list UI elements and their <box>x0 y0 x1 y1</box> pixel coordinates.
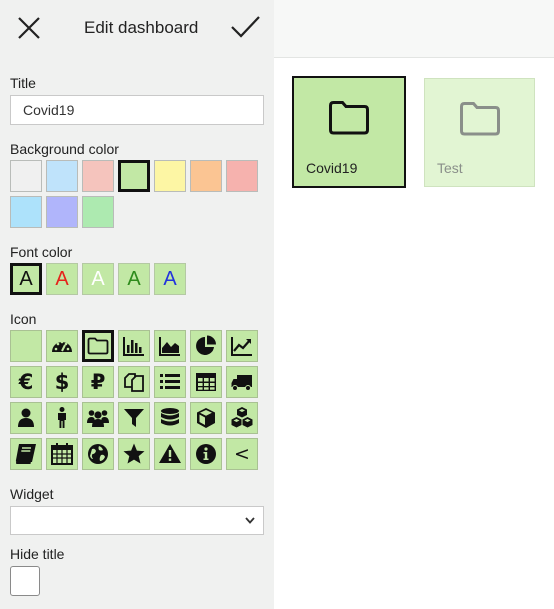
background-color-label: Background color <box>10 141 119 157</box>
font-color-label: Font color <box>10 244 73 260</box>
info-icon <box>196 444 216 464</box>
icon-option-pie-chart[interactable] <box>190 330 222 362</box>
swatch-light-gray[interactable] <box>10 160 42 192</box>
area-chart-icon <box>159 337 180 356</box>
warning-icon <box>159 444 181 463</box>
tile-label: Test <box>437 160 463 176</box>
swatch-salmon[interactable] <box>226 160 258 192</box>
dashboard-gauge-icon <box>52 340 72 352</box>
hide-title-label: Hide title <box>10 546 65 562</box>
icon-option-gauge[interactable] <box>46 330 78 362</box>
icon-option-euro[interactable]: € <box>10 366 42 398</box>
globe-icon <box>88 444 108 464</box>
icon-option-dollar[interactable]: $ <box>46 366 78 398</box>
less-than-icon: < <box>234 442 250 465</box>
swatch-lavender[interactable] <box>46 196 78 228</box>
title-label: Title <box>10 75 36 91</box>
user-icon <box>18 408 34 427</box>
close-icon[interactable] <box>14 13 44 43</box>
copy-icon <box>124 373 144 392</box>
folder-icon <box>87 337 109 355</box>
cube-icon <box>197 408 215 428</box>
icon-option-folder[interactable] <box>82 330 114 362</box>
icon-option-star[interactable] <box>118 438 150 470</box>
icon-option-list[interactable] <box>154 366 186 398</box>
font-color-blue[interactable]: A <box>154 263 186 295</box>
tile-label: Covid19 <box>306 160 358 176</box>
swatch-pink[interactable] <box>82 160 114 192</box>
list-icon <box>160 374 180 389</box>
icon-option-database[interactable] <box>154 402 186 434</box>
icon-option-info[interactable] <box>190 438 222 470</box>
page-title: Edit dashboard <box>84 18 199 37</box>
icon-option-area-chart[interactable] <box>154 330 186 362</box>
chevron-down-icon <box>245 517 255 524</box>
icon-option-users[interactable] <box>82 402 114 434</box>
dashboard-tile-test[interactable]: Test <box>424 78 535 187</box>
calendar-icon <box>51 443 73 465</box>
star-icon <box>123 443 145 464</box>
swatch-light-green[interactable] <box>118 160 150 192</box>
table-icon <box>196 373 216 391</box>
hide-title-checkbox[interactable] <box>10 566 40 596</box>
swatch-yellow[interactable] <box>154 160 186 192</box>
title-input[interactable] <box>10 95 264 125</box>
cubes-icon <box>231 407 253 428</box>
icon-label: Icon <box>10 311 37 327</box>
icon-option-table[interactable] <box>190 366 222 398</box>
icon-option-none[interactable] <box>10 330 42 362</box>
icon-option-calendar[interactable] <box>46 438 78 470</box>
icon-option-globe[interactable] <box>82 438 114 470</box>
icon-option-ruble[interactable]: ₽ <box>82 366 114 398</box>
icon-option-copy[interactable] <box>118 366 150 398</box>
icon-option-line-chart[interactable] <box>226 330 258 362</box>
swatch-light-blue[interactable] <box>46 160 78 192</box>
check-icon[interactable] <box>228 12 262 42</box>
widget-label: Widget <box>10 486 54 502</box>
ruble-icon: ₽ <box>90 369 106 394</box>
icon-option-cube[interactable] <box>190 402 222 434</box>
font-color-white[interactable]: A <box>82 263 114 295</box>
book-icon <box>15 444 36 464</box>
icon-option-book[interactable] <box>10 438 42 470</box>
font-color-red[interactable]: A <box>46 263 78 295</box>
filter-icon <box>124 409 144 427</box>
font-color-green[interactable]: A <box>118 263 150 295</box>
folder-icon <box>459 102 500 136</box>
icon-option-male[interactable] <box>46 402 78 434</box>
widget-select[interactable] <box>10 506 264 535</box>
male-icon <box>58 407 66 428</box>
preview-header <box>274 0 554 58</box>
icon-option-user[interactable] <box>10 402 42 434</box>
users-icon <box>87 410 109 427</box>
icon-option-truck[interactable] <box>226 366 258 398</box>
pie-chart-icon <box>196 335 216 355</box>
icon-option-cubes[interactable] <box>226 402 258 434</box>
panel-header: Edit dashboard <box>0 0 274 58</box>
icon-option-bar-chart[interactable] <box>118 330 150 362</box>
dollar-icon: $ <box>54 369 70 394</box>
icon-option-filter[interactable] <box>118 402 150 434</box>
font-color-black[interactable]: A <box>10 263 42 295</box>
folder-icon <box>329 101 369 135</box>
edit-dashboard-panel: Edit dashboard Title Background color Fo… <box>0 0 274 609</box>
bar-chart-icon <box>123 337 144 356</box>
icon-option-less-than[interactable]: < <box>226 438 258 470</box>
swatch-mint[interactable] <box>82 196 114 228</box>
swatch-orange[interactable] <box>190 160 222 192</box>
icon-option-warning[interactable] <box>154 438 186 470</box>
truck-icon <box>231 375 252 391</box>
euro-icon: € <box>18 369 34 394</box>
database-icon <box>161 408 179 426</box>
line-chart-icon <box>231 337 252 356</box>
dashboard-tile-covid19[interactable]: Covid19 <box>292 76 406 188</box>
swatch-sky-blue[interactable] <box>10 196 42 228</box>
